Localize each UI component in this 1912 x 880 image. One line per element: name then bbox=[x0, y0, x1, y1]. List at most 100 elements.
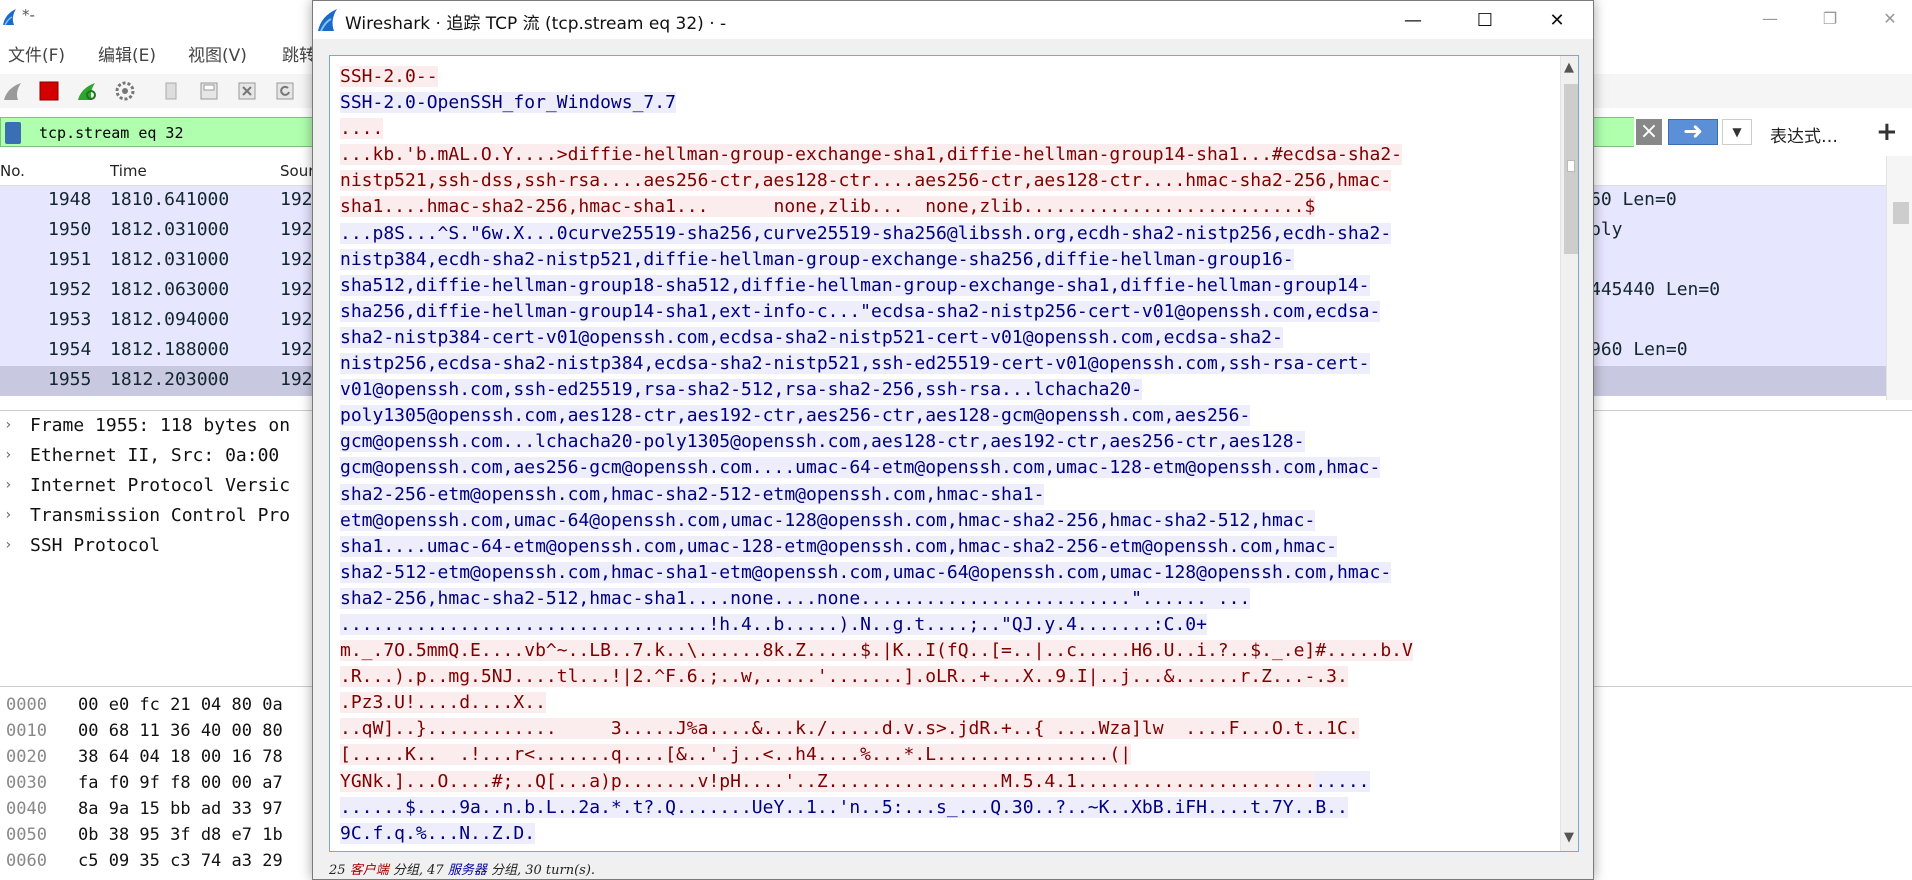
stream-line: sha2-256,hmac-sha2-512,hmac-sha1....none… bbox=[340, 586, 1540, 612]
dialog-titlebar: Wireshark · 追踪 TCP 流 (tcp.stream eq 32) … bbox=[313, 1, 1593, 39]
stream-line: .R...).p..mg.5NJ....tl...!|2.^F.6.;..w,.… bbox=[340, 664, 1540, 690]
capture-options-gear-icon[interactable] bbox=[114, 80, 136, 102]
start-capture-fin-icon[interactable] bbox=[2, 80, 24, 102]
wireshark-fin-icon bbox=[3, 9, 16, 26]
detail-tree-item[interactable]: › Internet Protocol Versic bbox=[0, 473, 330, 503]
server-data: gcm@openssh.com...lchacha20-poly1305@ope… bbox=[340, 431, 1305, 453]
packet-no: 1951 bbox=[48, 249, 92, 270]
packet-time: 1812.063000 bbox=[110, 279, 230, 300]
server-data: sha2-256,hmac-sha2-512,hmac-sha1....none… bbox=[340, 587, 1251, 609]
scroll-up-arrow-icon[interactable]: ▲ bbox=[1564, 60, 1574, 75]
server-data: poly1305@openssh.com,aes128-ctr,aes192-c… bbox=[340, 405, 1251, 427]
packet-info: ply bbox=[1590, 219, 1623, 240]
bytes-hex: 00 68 11 36 40 00 80 bbox=[78, 721, 283, 741]
packet-no: 1955 bbox=[48, 369, 92, 390]
expand-chevron-icon[interactable]: › bbox=[4, 447, 12, 463]
display-filter-input[interactable]: tcp.stream eq 32 bbox=[0, 117, 318, 147]
detail-tree-item[interactable]: › Ethernet II, Src: 0a:00 bbox=[0, 443, 330, 473]
stream-line: ..qW]..}............ 3.....J%a....&...k.… bbox=[340, 716, 1540, 742]
server-data: sha2-256-etm@openssh.com,hmac-sha2-512-e… bbox=[340, 483, 1045, 505]
server-data: etm@openssh.com,umac-64@openssh.com,umac… bbox=[340, 509, 1316, 531]
menu-edit[interactable]: 编辑(E) bbox=[98, 41, 156, 66]
packet-no: 1954 bbox=[48, 339, 92, 360]
main-minimize-button[interactable]: — bbox=[1740, 0, 1800, 36]
client-data: .... bbox=[340, 118, 384, 140]
stream-content-area[interactable]: SSH-2.0-- SSH-2.0-OpenSSH_for_Windows_7.7… bbox=[329, 55, 1579, 852]
follow-tcp-stream-dialog: Wireshark · 追踪 TCP 流 (tcp.stream eq 32) … bbox=[312, 0, 1594, 880]
dialog-maximize-button[interactable]: ☐ bbox=[1449, 1, 1521, 39]
stream-line: v01@openssh.com,ssh-ed25519,rsa-sha2-512… bbox=[340, 377, 1540, 403]
server-data: gcm@openssh.com,aes256-gcm@openssh.com..… bbox=[340, 457, 1381, 479]
dialog-minimize-button[interactable]: — bbox=[1377, 1, 1449, 39]
close-file-icon[interactable] bbox=[236, 80, 258, 102]
main-window-title: *- bbox=[22, 6, 35, 24]
server-data: ..................................!h.4..… bbox=[340, 613, 1207, 635]
menu-file[interactable]: 文件(F) bbox=[8, 41, 65, 66]
menu-view[interactable]: 视图(V) bbox=[188, 41, 247, 66]
stream-line: nistp384,ecdh-sha2-nistp521,diffie-hellm… bbox=[340, 247, 1540, 273]
stream-line: sha1....hmac-sha2-256,hmac-sha1... none,… bbox=[340, 194, 1540, 220]
column-header-source[interactable]: Sour bbox=[280, 162, 314, 180]
detail-tree-item[interactable]: › Frame 1955: 118 bytes on bbox=[0, 413, 330, 443]
bytes-offset: 0040 bbox=[6, 799, 47, 819]
expand-chevron-icon[interactable]: › bbox=[4, 477, 12, 493]
expression-button[interactable]: 表达式… bbox=[1770, 122, 1838, 147]
stop-capture-icon[interactable] bbox=[38, 80, 60, 102]
stream-scrollbar[interactable]: ▲ ▼ bbox=[1560, 56, 1578, 851]
stream-line: sha512,diffie-hellman-group18-sha512,dif… bbox=[340, 273, 1540, 299]
server-data: SSH-2.0-OpenSSH_for_Windows_7.7 bbox=[340, 92, 676, 114]
packet-no: 1952 bbox=[48, 279, 92, 300]
stream-line: SSH-2.0-OpenSSH_for_Windows_7.7 bbox=[340, 90, 1540, 116]
packet-source: 192 bbox=[280, 309, 313, 330]
bytes-offset: 0010 bbox=[6, 721, 47, 741]
bytes-hex: 8a 9a 15 bb ad 33 97 bbox=[78, 799, 283, 819]
apply-filter-arrow-icon[interactable]: ➜ bbox=[1668, 119, 1718, 145]
packet-source: 192 bbox=[280, 279, 313, 300]
stream-line: SSH-2.0-- bbox=[340, 64, 1540, 90]
packet-list-scrollbar[interactable] bbox=[1886, 156, 1912, 400]
filter-bookmark-icon[interactable] bbox=[5, 122, 21, 144]
packet-list-scroll-thumb[interactable] bbox=[1893, 202, 1909, 224]
scroll-down-arrow-icon[interactable]: ▼ bbox=[1564, 830, 1574, 845]
packet-info: 960 Len=0 bbox=[1590, 339, 1688, 360]
dialog-close-button[interactable]: ✕ bbox=[1521, 1, 1593, 39]
server-data: nistp256,ecdsa-sha2-nistp384,ecdsa-sha2-… bbox=[340, 353, 1370, 375]
expand-chevron-icon[interactable]: › bbox=[4, 417, 12, 433]
client-data: .R...).p..mg.5NJ....tl...!|2.^F.6.;..w,.… bbox=[340, 666, 1348, 688]
reload-file-icon[interactable] bbox=[274, 80, 296, 102]
client-data: m._.7O.5mmQ.E....vb^~..LB..7.k..\......8… bbox=[340, 640, 1413, 662]
bytes-hex: 00 e0 fc 21 04 80 0a bbox=[78, 695, 283, 715]
server-data: 9C.f.q.%...N..Z.D. bbox=[340, 822, 536, 844]
client-data: SSH-2.0-- bbox=[340, 66, 438, 87]
menu-go[interactable]: 跳转 bbox=[282, 41, 316, 66]
server-data: sha1....umac-64-etm@openssh.com,umac-128… bbox=[340, 535, 1337, 557]
column-header-time[interactable]: Time bbox=[110, 162, 147, 180]
server-data: sha2-512-etm@openssh.com,hmac-sha1-etm@o… bbox=[340, 561, 1392, 583]
detail-text: Transmission Control Pro bbox=[30, 505, 291, 526]
save-file-icon[interactable] bbox=[198, 80, 220, 102]
open-file-icon[interactable] bbox=[160, 80, 182, 102]
packets-word: 分组, bbox=[490, 863, 522, 878]
main-restore-button[interactable]: ❐ bbox=[1800, 0, 1860, 36]
detail-tree-item[interactable]: › Transmission Control Pro bbox=[0, 503, 330, 533]
add-filter-button[interactable]: + bbox=[1876, 117, 1898, 147]
stream-line: etm@openssh.com,umac-64@openssh.com,umac… bbox=[340, 508, 1540, 534]
main-close-button[interactable]: ✕ bbox=[1860, 0, 1912, 36]
detail-tree-item[interactable]: › SSH Protocol bbox=[0, 533, 330, 563]
server-packet-count: 47 bbox=[427, 863, 444, 878]
stream-line: 9C.f.q.%...N..Z.D. bbox=[340, 821, 1540, 847]
client-label: 客户端 bbox=[349, 863, 389, 878]
filter-history-dropdown-icon[interactable]: ▼ bbox=[1722, 119, 1752, 145]
expand-chevron-icon[interactable]: › bbox=[4, 507, 12, 523]
packet-no: 1953 bbox=[48, 309, 92, 330]
bytes-offset: 0020 bbox=[6, 747, 47, 767]
restart-capture-icon[interactable] bbox=[76, 80, 98, 102]
expand-chevron-icon[interactable]: › bbox=[4, 537, 12, 553]
column-header-no[interactable]: No. bbox=[0, 162, 25, 180]
stream-status-text: 25 客户端 分组, 47 服务器 分组, 30 turn(s). bbox=[329, 859, 595, 878]
turn-count: 30 turn(s). bbox=[525, 863, 596, 878]
clear-filter-icon[interactable]: × bbox=[1636, 119, 1662, 145]
bytes-offset: 0050 bbox=[6, 825, 47, 845]
stream-line: sha2-nistp384-cert-v01@openssh.com,ecdsa… bbox=[340, 325, 1540, 351]
display-filter-input-end[interactable] bbox=[1594, 117, 1634, 147]
